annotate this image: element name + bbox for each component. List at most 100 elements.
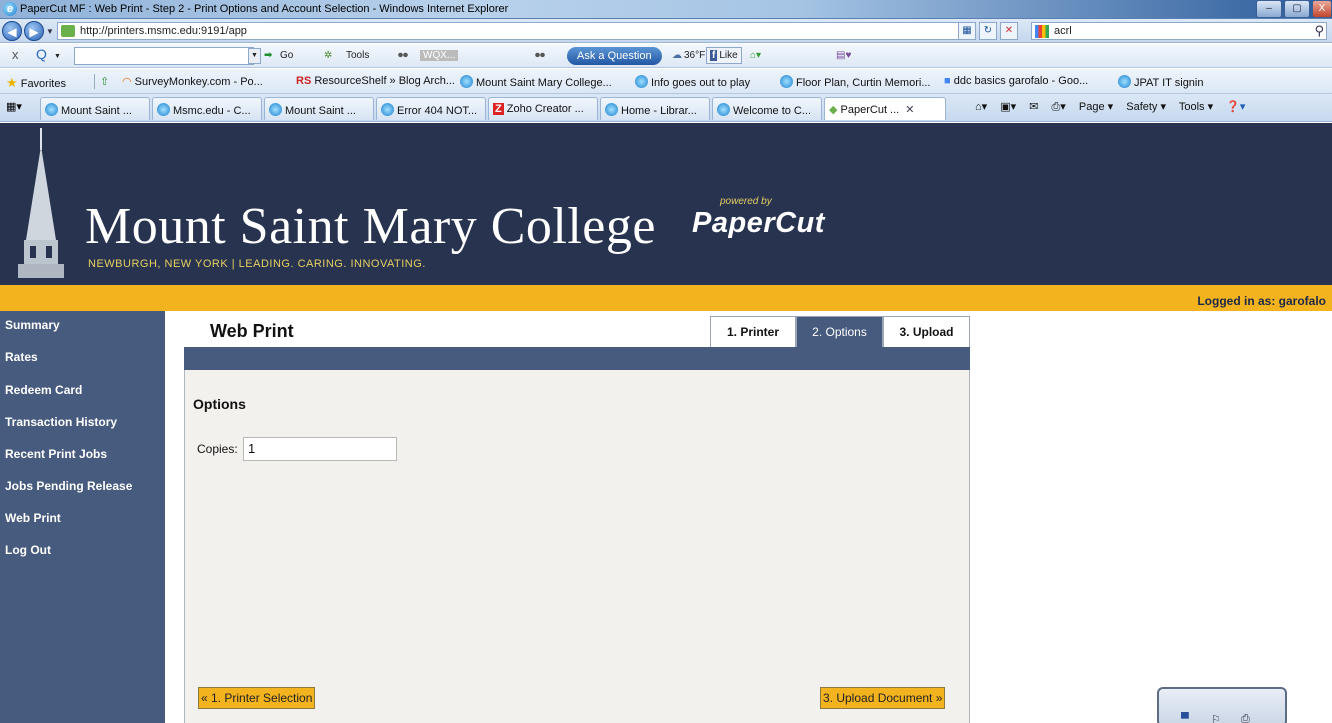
surveymonkey-icon: ◠ — [122, 76, 132, 88]
tab-mount-saint-1[interactable]: Mount Saint ... — [40, 97, 150, 120]
forward-button[interactable]: ▶ — [24, 21, 44, 41]
ie-page-icon — [269, 103, 282, 116]
facebook-like-button[interactable]: f Like — [706, 47, 742, 64]
tab-papercut[interactable]: ◆ PaperCut ... ✕ — [824, 97, 946, 120]
widget-flag-icon[interactable]: ⚐ — [1211, 713, 1221, 723]
tab-zoho-creator[interactable]: Z Zoho Creator ... — [488, 97, 598, 120]
compatibility-view-icon[interactable]: ▦ — [958, 22, 976, 40]
printer-selection-button[interactable]: « 1. Printer Selection — [198, 687, 316, 709]
ie-page-icon — [45, 103, 58, 116]
tools-menu[interactable]: Tools — [346, 50, 369, 61]
favorites-button[interactable]: ★ Favorites — [6, 75, 66, 91]
feeds-icon[interactable]: ▣▾ — [1000, 101, 1016, 113]
close-tab-icon[interactable]: ✕ — [905, 104, 914, 116]
favorites-bar: ★ Favorites ⇧ ◠ SurveyMonkey.com - Po...… — [0, 69, 1332, 94]
internet-explorer-icon: e — [3, 2, 17, 16]
sidebar-item-jobs-pending-release[interactable]: Jobs Pending Release — [5, 479, 132, 493]
favorite-link-info[interactable]: Info goes out to play — [635, 75, 750, 89]
radio-player-icon[interactable]: ⏺⏺ — [398, 50, 408, 61]
favorite-link-msmc[interactable]: Mount Saint Mary College... — [460, 75, 612, 89]
ie-page-icon — [460, 75, 473, 88]
floating-widget[interactable]: ▀ ⚐ ⎙ — [1157, 687, 1287, 723]
search-box[interactable]: acrl ⚲ — [1031, 22, 1327, 40]
toolbar-search-dropdown-icon[interactable]: ▼ — [248, 48, 261, 64]
go-arrow-icon[interactable]: ➡ — [264, 50, 272, 61]
copies-input[interactable]: 1 — [243, 437, 397, 461]
tab-welcome[interactable]: Welcome to C... — [712, 97, 822, 120]
facebook-icon: f — [710, 50, 718, 61]
widget-app-icon[interactable]: ▀ — [1181, 713, 1189, 723]
tab-mount-saint-2[interactable]: Mount Saint ... — [264, 97, 374, 120]
step-tab-options[interactable]: 2. Options — [796, 316, 883, 348]
print-icon[interactable]: ⎙▾ — [1052, 101, 1066, 113]
toolbar-search-input[interactable] — [74, 47, 254, 65]
search-magnifier-icon[interactable]: Q — [36, 46, 47, 62]
stop-icon[interactable]: ✕ — [1000, 22, 1018, 40]
maximize-button[interactable]: ▢ — [1284, 0, 1310, 18]
search-icon[interactable]: ⚲ — [1314, 23, 1324, 39]
tab-row: ▦▾ Mount Saint ... Msmc.edu - C... Mount… — [0, 94, 1332, 122]
papercut-logo: PaperCut — [692, 207, 825, 239]
window-title-bar: e PaperCut MF : Web Print - Step 2 - Pri… — [0, 0, 1332, 19]
address-bar[interactable]: http://printers.msmc.edu:9191/app — [57, 22, 975, 40]
papercut-favicon-icon: ◆ — [829, 104, 838, 116]
widget-print-icon[interactable]: ⎙ — [1241, 713, 1250, 723]
sidebar-item-web-print[interactable]: Web Print — [5, 511, 61, 525]
favorite-link-floorplan[interactable]: Floor Plan, Curtin Memori... — [780, 75, 930, 89]
gear-icon[interactable]: ✲ — [324, 50, 332, 61]
tools-menu-cmd[interactable]: Tools ▾ — [1179, 101, 1213, 113]
powered-by-label: powered by — [720, 196, 772, 207]
window-title: PaperCut MF : Web Print - Step 2 - Print… — [20, 3, 509, 15]
favorite-link-surveymonkey[interactable]: ◠ SurveyMonkey.com - Po... — [122, 75, 263, 88]
go-button[interactable]: Go — [280, 50, 293, 61]
toolbar-close-icon[interactable]: x — [12, 47, 19, 62]
minimize-button[interactable]: – — [1256, 0, 1282, 18]
address-url[interactable]: http://printers.msmc.edu:9191/app — [80, 25, 247, 37]
like-label: Like — [719, 50, 738, 61]
sidebar-item-summary[interactable]: Summary — [5, 318, 60, 332]
upload-document-button[interactable]: 3. Upload Document » — [820, 687, 946, 709]
page-menu[interactable]: Page ▾ — [1079, 101, 1113, 113]
site-header: Mount Saint Mary College NEWBURGH, NEW Y… — [0, 123, 1332, 285]
sidebar-item-rates[interactable]: Rates — [5, 350, 38, 364]
quick-tabs-icon[interactable]: ▦▾ — [6, 100, 22, 113]
history-dropdown-icon[interactable]: ▼ — [46, 27, 54, 36]
temperature-readout[interactable]: 36°F — [684, 50, 705, 61]
step-tab-printer[interactable]: 1. Printer — [710, 316, 796, 348]
tab-error-404[interactable]: Error 404 NOT... — [376, 97, 486, 120]
read-mail-icon[interactable]: ✉ — [1029, 101, 1038, 113]
search-input[interactable]: acrl — [1054, 25, 1072, 37]
zoho-icon: Z — [493, 103, 504, 115]
close-window-button[interactable]: X — [1312, 0, 1332, 18]
add-to-favorites-icon[interactable]: ⇧ — [100, 75, 109, 88]
ie-page-icon — [157, 103, 170, 116]
back-button[interactable]: ◀ — [2, 21, 22, 41]
sidebar-item-log-out[interactable]: Log Out — [5, 543, 51, 557]
sidebar-item-recent-print-jobs[interactable]: Recent Print Jobs — [5, 447, 107, 461]
help-icon[interactable]: ❓▾ — [1226, 101, 1245, 113]
ie-page-icon — [717, 103, 730, 116]
ie-page-icon — [635, 75, 648, 88]
tab-msmc-edu[interactable]: Msmc.edu - C... — [152, 97, 262, 120]
window-controls: – ▢ X — [1254, 0, 1332, 19]
tab-home-library[interactable]: Home - Librar... — [600, 97, 710, 120]
home-icon[interactable]: ⌂▾ — [975, 101, 987, 113]
ask-question-button[interactable]: Ask a Question — [567, 47, 662, 65]
step-tab-upload[interactable]: 3. Upload — [883, 316, 970, 348]
toolbar-app-icon[interactable]: ⌂▾ — [750, 50, 761, 61]
church-spire-logo — [18, 128, 64, 278]
search-dropdown-icon[interactable]: ▼ — [54, 53, 61, 60]
favorite-link-resourceshelf[interactable]: RS ResourceShelf » Blog Arch... — [296, 75, 455, 87]
radio-station-select[interactable]: WQX... — [420, 50, 459, 61]
refresh-icon[interactable]: ↻ — [979, 22, 997, 40]
site-favicon-icon — [61, 25, 75, 37]
favorite-link-ddc[interactable]: ■ ddc basics garofalo - Goo... — [944, 75, 1088, 87]
safety-menu[interactable]: Safety ▾ — [1126, 101, 1166, 113]
toolbar-extra-icon[interactable]: ▤♥ — [836, 50, 851, 61]
page-title: Web Print — [210, 321, 294, 341]
sidebar-item-redeem-card[interactable]: Redeem Card — [5, 383, 82, 397]
sidebar-item-transaction-history[interactable]: Transaction History — [5, 415, 117, 429]
favorite-link-jpat[interactable]: JPAT IT signin — [1118, 75, 1204, 89]
status-bar: Logged in as: garofalo — [0, 285, 1332, 311]
player-controls-icon[interactable]: ⏺⏺ — [535, 50, 545, 61]
